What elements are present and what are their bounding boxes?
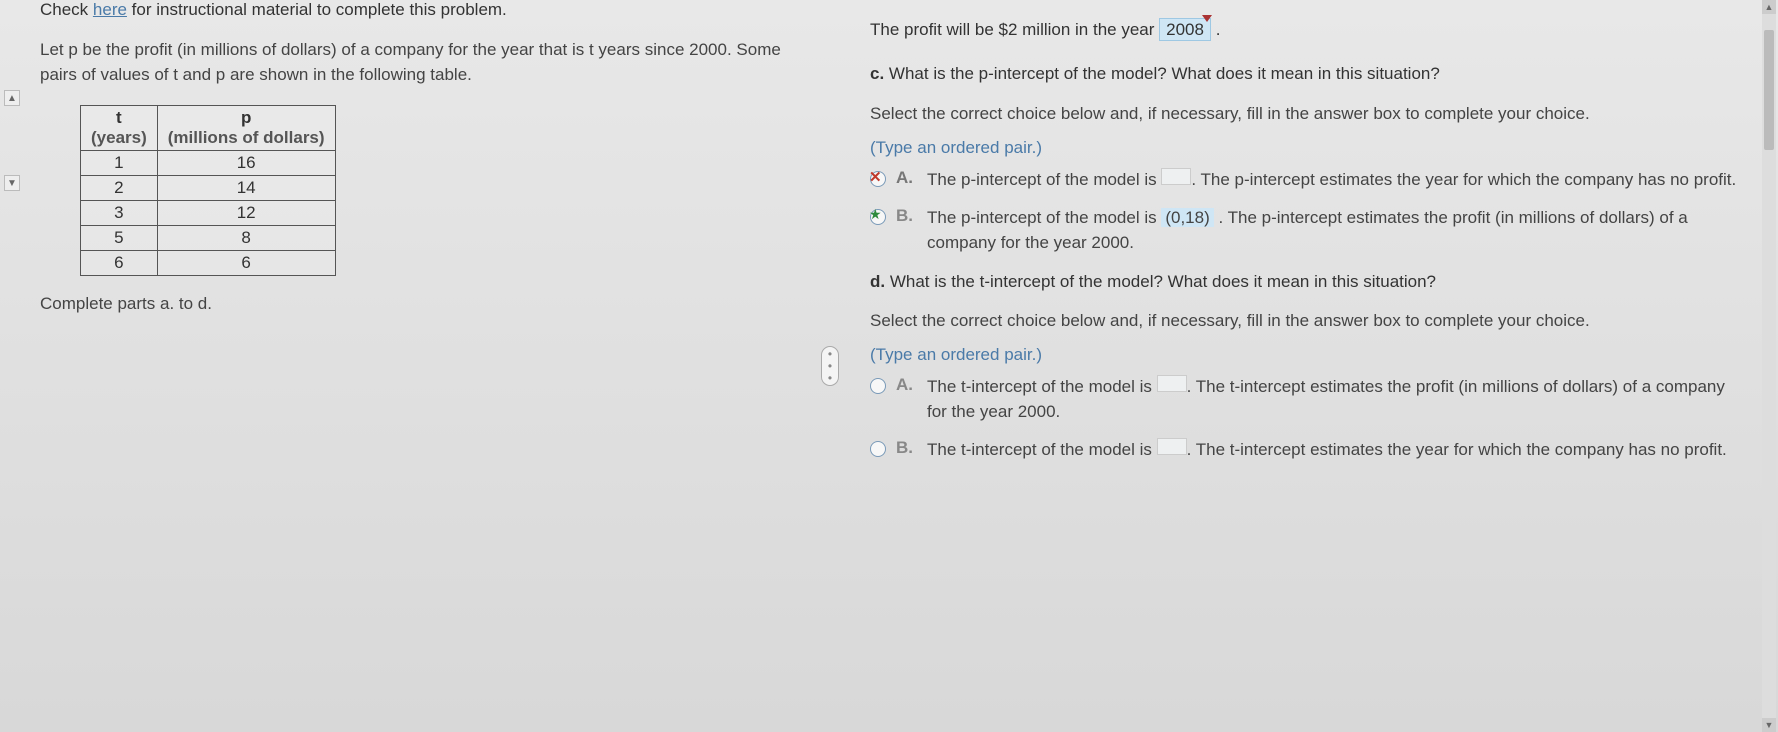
scroll-up-button[interactable]: ▲	[4, 90, 20, 106]
c-instructions: Select the correct choice below and, if …	[870, 102, 1748, 126]
d-a-t1: The t-intercept of the model is	[927, 377, 1157, 396]
instructional-link[interactable]: here	[93, 0, 127, 19]
d-b-blank[interactable]	[1157, 438, 1187, 455]
c-a-t2: . The p-intercept estimates the year for…	[1191, 170, 1736, 189]
d-question-text: What is the t-intercept of the model? Wh…	[890, 272, 1436, 291]
d-b-t1: The t-intercept of the model is	[927, 440, 1157, 459]
col-p-header: p (millions of dollars)	[157, 106, 335, 151]
cell-t: 3	[81, 201, 158, 226]
d-a-blank[interactable]	[1157, 375, 1187, 392]
d-instructions: Select the correct choice below and, if …	[870, 309, 1748, 333]
cell-t: 5	[81, 226, 158, 251]
right-scrollbar[interactable]: ▲ ▼	[1762, 0, 1776, 732]
b-answer-input[interactable]: 2008	[1159, 18, 1211, 41]
c-question-text: What is the p-intercept of the model? Wh…	[889, 64, 1440, 83]
cell-p: 14	[157, 176, 335, 201]
b-answer-pre: The profit will be $2 million in the yea…	[870, 20, 1159, 39]
c-a-blank[interactable]	[1161, 168, 1191, 185]
panel-divider[interactable]: •••	[820, 0, 840, 732]
cell-t: 1	[81, 151, 158, 176]
d-choice-a[interactable]: A. The t-intercept of the model is . The…	[870, 375, 1748, 424]
table-row: 66	[81, 251, 336, 276]
table-row: 58	[81, 226, 336, 251]
col-t-var: t	[91, 108, 147, 128]
part-c-question: c. What is the p-intercept of the model?…	[870, 62, 1748, 86]
table-row: 312	[81, 201, 336, 226]
answer-panel: The profit will be $2 million in the yea…	[840, 0, 1778, 732]
cell-p: 6	[157, 251, 335, 276]
d-choice-b[interactable]: B. The t-intercept of the model is . The…	[870, 438, 1748, 463]
radio-d-b[interactable]	[870, 441, 886, 457]
complete-parts: Complete parts a. to d.	[40, 294, 800, 314]
c-a-t1: The p-intercept of the model is	[927, 170, 1161, 189]
c-b-value: (0,18)	[1161, 208, 1213, 227]
cell-p: 16	[157, 151, 335, 176]
c-choice-a[interactable]: A. The p-intercept of the model is . The…	[870, 168, 1748, 193]
radio-d-a[interactable]	[870, 378, 886, 394]
part-d-question: d. What is the t-intercept of the model?…	[870, 270, 1748, 294]
choice-letter: B.	[896, 438, 913, 458]
col-t-unit: (years)	[91, 128, 147, 148]
col-t-header: t (years)	[81, 106, 158, 151]
col-p-unit: (millions of dollars)	[168, 128, 325, 148]
b-answer-post: .	[1211, 20, 1220, 39]
problem-panel: ▲ ▼ Check here for instructional materia…	[0, 0, 820, 732]
part-b-answer: The profit will be $2 million in the yea…	[870, 20, 1748, 40]
c-hint: (Type an ordered pair.)	[870, 138, 1748, 158]
radio-c-b[interactable]	[870, 209, 886, 225]
problem-prompt: Let p be the profit (in millions of doll…	[40, 38, 800, 87]
table-row: 214	[81, 176, 336, 201]
cell-p: 12	[157, 201, 335, 226]
d-b-t2: . The t-intercept estimates the year for…	[1187, 440, 1727, 459]
d-label: d.	[870, 272, 885, 291]
scroll-down-button[interactable]: ▼	[4, 175, 20, 191]
choice-letter: A.	[896, 375, 913, 395]
check-post: for instructional material to complete t…	[127, 0, 507, 19]
scroll-up-icon[interactable]: ▲	[1762, 0, 1776, 14]
choice-body: The p-intercept of the model is (0,18) .…	[927, 206, 1748, 255]
choice-letter: A.	[896, 168, 913, 188]
instruction-link-line: Check here for instructional material to…	[40, 0, 800, 20]
c-label: c.	[870, 64, 884, 83]
cell-t: 2	[81, 176, 158, 201]
table-row: 116	[81, 151, 336, 176]
choice-body: The p-intercept of the model is . The p-…	[927, 168, 1736, 193]
choice-letter: B.	[896, 206, 913, 226]
c-choice-b[interactable]: B. The p-intercept of the model is (0,18…	[870, 206, 1748, 255]
data-table: t (years) p (millions of dollars) 116 21…	[80, 105, 336, 276]
check-pre: Check	[40, 0, 93, 19]
scroll-down-icon[interactable]: ▼	[1762, 718, 1776, 732]
expand-handle-icon[interactable]: •••	[821, 346, 839, 386]
col-p-var: p	[168, 108, 325, 128]
choice-body: The t-intercept of the model is . The t-…	[927, 438, 1727, 463]
cell-t: 6	[81, 251, 158, 276]
c-b-t1: The p-intercept of the model is	[927, 208, 1161, 227]
choice-body: The t-intercept of the model is . The t-…	[927, 375, 1748, 424]
radio-c-a[interactable]	[870, 171, 886, 187]
scroll-thumb[interactable]	[1764, 30, 1774, 150]
d-hint: (Type an ordered pair.)	[870, 345, 1748, 365]
cell-p: 8	[157, 226, 335, 251]
